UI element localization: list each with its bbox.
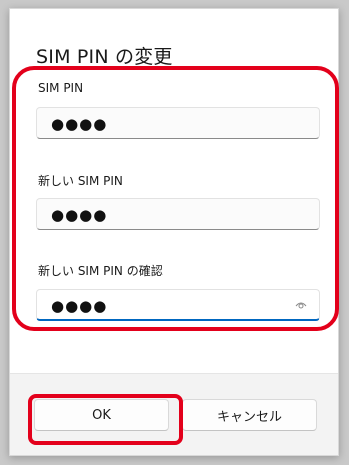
sim-pin-value: ●●●● [51,115,108,133]
ok-button[interactable]: OK [34,399,169,431]
new-sim-pin-value: ●●●● [51,206,108,224]
cancel-button[interactable]: キャンセル [182,399,317,431]
sim-pin-field[interactable]: ●●●● [36,107,320,139]
eye-icon[interactable] [295,300,307,310]
confirm-sim-pin-field[interactable]: ●●●● [36,289,320,321]
dialog-title: SIM PIN の変更 [36,46,173,68]
new-sim-pin-label: 新しい SIM PIN [38,174,123,188]
confirm-sim-pin-label: 新しい SIM PIN の確認 [38,264,163,278]
confirm-sim-pin-value: ●●●● [51,297,108,315]
sim-pin-change-dialog: SIM PIN の変更 SIM PIN ●●●● 新しい SIM PIN ●●●… [9,8,339,456]
new-sim-pin-field[interactable]: ●●●● [36,198,320,230]
sim-pin-label: SIM PIN [38,81,84,95]
dialog-footer: OK キャンセル [10,373,338,455]
